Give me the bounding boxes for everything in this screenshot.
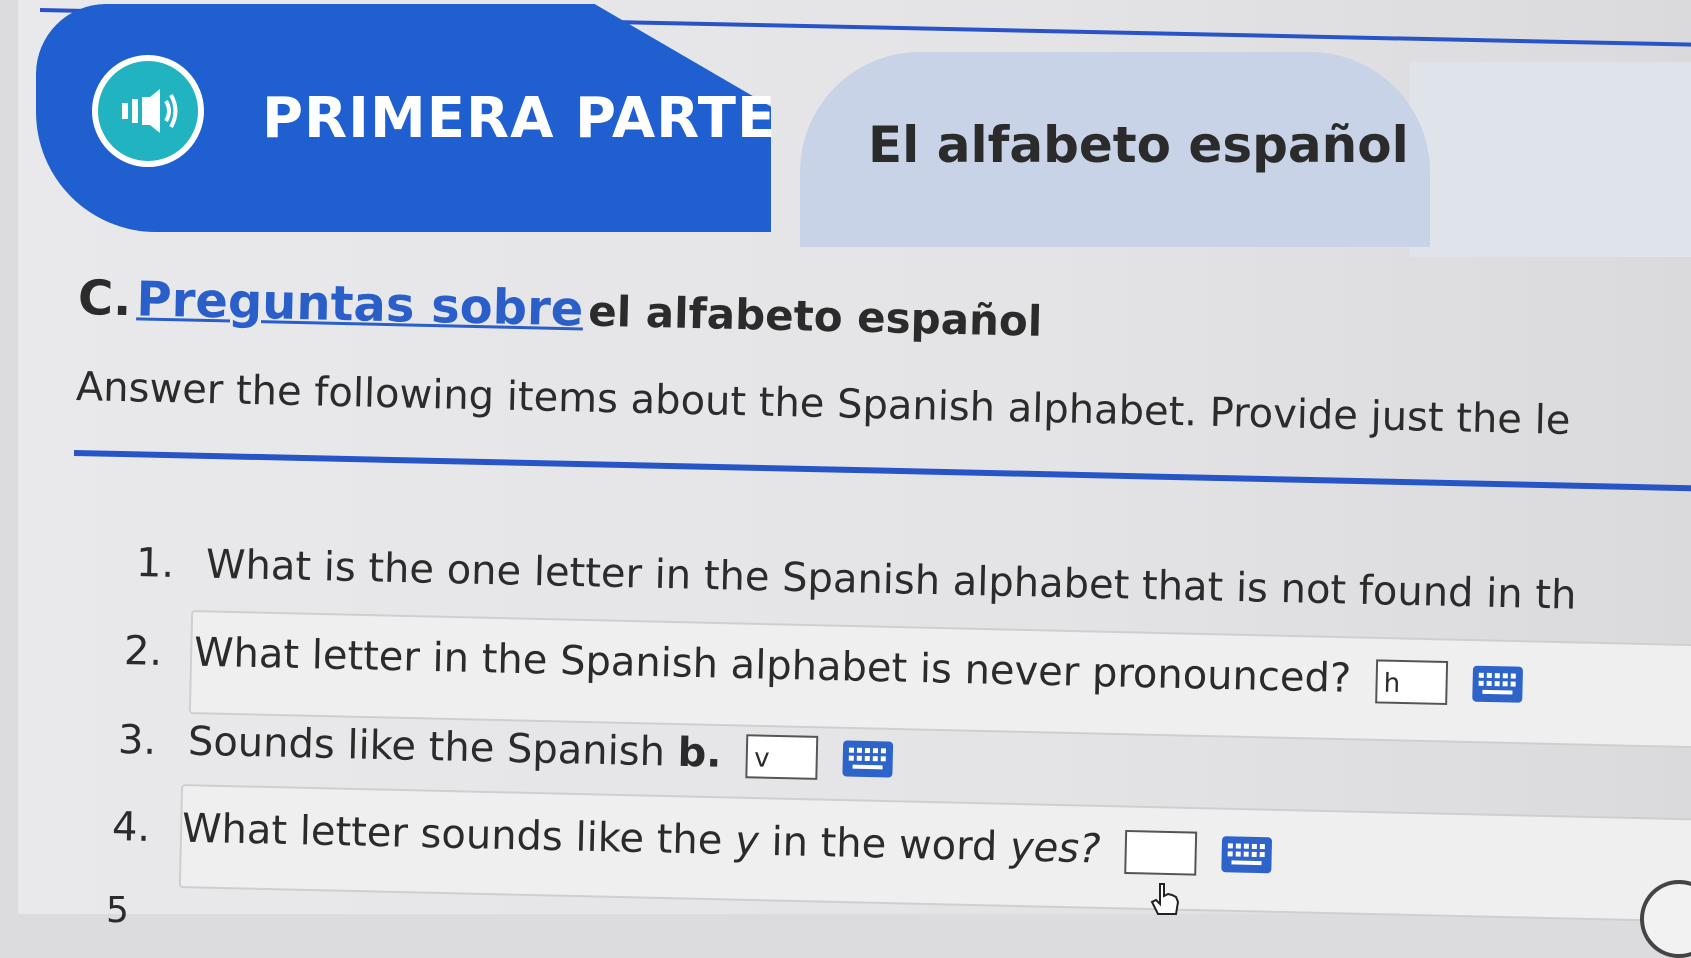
answer-input[interactable]: v bbox=[745, 734, 819, 780]
section-letter: C. bbox=[77, 270, 133, 328]
question-text-italic: y bbox=[734, 818, 760, 865]
question-number: 1. bbox=[135, 540, 175, 587]
question-text-bold: b. bbox=[677, 729, 723, 777]
question-text: Sounds like the Spanish bbox=[187, 718, 679, 776]
speaker-icon bbox=[122, 89, 178, 133]
question-text: in the word bbox=[758, 818, 1011, 871]
hand-pointer-icon bbox=[1150, 883, 1180, 915]
question-number: 2. bbox=[123, 628, 163, 675]
question-text-italic: yes? bbox=[1009, 824, 1101, 873]
question-number: 5 bbox=[106, 890, 129, 931]
keyboard-icon[interactable] bbox=[1472, 665, 1523, 703]
section-title-rest: el alfabeto español bbox=[587, 286, 1043, 346]
answer-input[interactable]: h bbox=[1375, 659, 1449, 706]
keyboard-icon[interactable] bbox=[842, 740, 894, 778]
answer-input[interactable] bbox=[1124, 829, 1198, 876]
question-number: 3. bbox=[117, 717, 157, 764]
lesson-title: El alfabeto español bbox=[868, 116, 1409, 174]
keyboard-icon[interactable] bbox=[1221, 836, 1273, 874]
section-label: PRIMERA PARTE bbox=[262, 86, 777, 151]
audio-button[interactable] bbox=[92, 55, 204, 167]
section-link[interactable]: Preguntas sobre bbox=[136, 271, 584, 337]
header-extension bbox=[1410, 62, 1691, 257]
question-number: 4. bbox=[111, 804, 151, 851]
